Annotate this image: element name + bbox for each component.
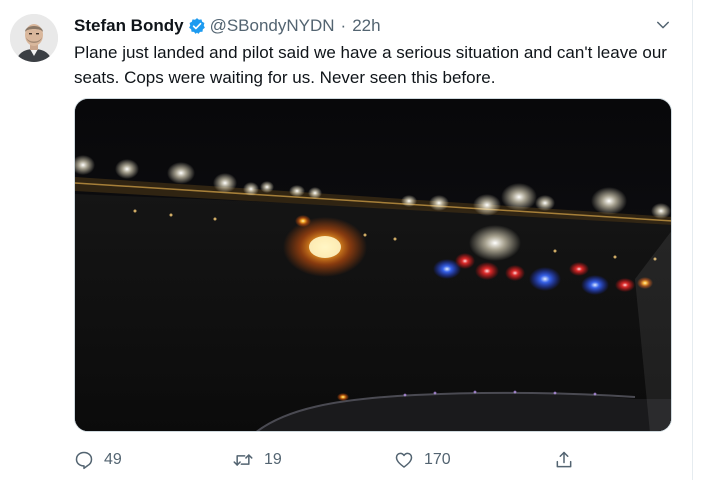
tweet-actions: 49 19 170 <box>0 446 692 474</box>
retweet-count: 19 <box>264 451 282 468</box>
tweet-text: Plane just landed and pilot said we have… <box>74 43 667 87</box>
reply-count: 49 <box>104 451 122 468</box>
separator-dot: · <box>340 16 347 35</box>
chevron-down-icon <box>657 21 669 29</box>
user-handle[interactable]: @SBondyNYDN <box>210 16 335 36</box>
heart-icon <box>395 452 413 468</box>
verified-badge-icon <box>188 17 206 35</box>
avatar-photo <box>10 14 58 62</box>
display-name[interactable]: Stefan Bondy <box>74 16 184 36</box>
retweet-icon <box>233 454 253 466</box>
tweet-header: Stefan Bondy @SBondyNYDN · 22h <box>74 14 381 38</box>
tarmac-night-photo <box>75 99 671 431</box>
share-icon <box>556 451 572 468</box>
like-button[interactable]: 170 <box>394 446 451 474</box>
share-button[interactable] <box>554 446 574 474</box>
reply-button[interactable]: 49 <box>74 446 122 474</box>
timestamp[interactable]: 22h <box>352 16 380 36</box>
avatar[interactable] <box>10 14 58 62</box>
tweet-media-photo[interactable] <box>74 98 672 432</box>
tweet-card[interactable]: Stefan Bondy @SBondyNYDN · 22h Plane jus… <box>0 0 692 480</box>
retweet-button[interactable]: 19 <box>232 446 282 474</box>
timeline-border <box>692 0 693 480</box>
reply-icon <box>75 451 93 470</box>
more-options-button[interactable] <box>652 14 674 36</box>
like-count: 170 <box>424 451 451 468</box>
